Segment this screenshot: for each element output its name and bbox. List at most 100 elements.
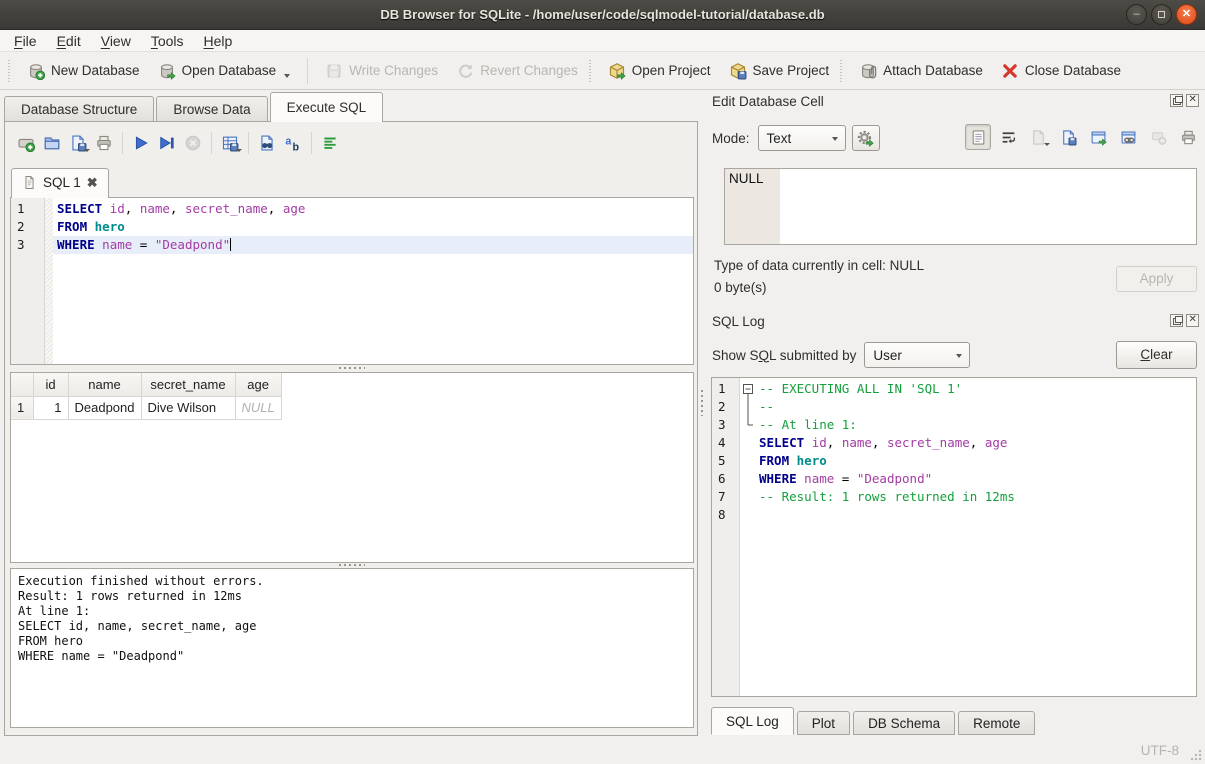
find-button[interactable]: [254, 130, 280, 156]
maximize-icon[interactable]: [1151, 4, 1172, 25]
print-icon: [1180, 129, 1197, 146]
auto-switch-mode-button[interactable]: [852, 125, 880, 151]
open-project-button[interactable]: Open Project: [599, 57, 720, 85]
fold-spacer: [740, 452, 755, 470]
mode-label: Mode:: [712, 131, 750, 146]
menu-edit[interactable]: Edit: [47, 31, 91, 51]
dock-tab-sql-log[interactable]: SQL Log: [711, 707, 794, 735]
cell-id[interactable]: 1: [33, 396, 68, 419]
close-icon[interactable]: ✕: [1176, 4, 1197, 25]
save-sql-file-button[interactable]: [65, 130, 91, 156]
minimize-icon[interactable]: –: [1126, 4, 1147, 25]
sql-editor[interactable]: 123 SELECT id, name, secret_name, ageFRO…: [10, 197, 694, 365]
execute-all-button[interactable]: [128, 130, 154, 156]
copy-link-button[interactable]: [1115, 124, 1141, 150]
column-header-name[interactable]: name: [68, 373, 141, 396]
revert-changes-label: Revert Changes: [480, 63, 578, 78]
cell-size-info: 0 byte(s): [714, 280, 767, 295]
close-dock-icon[interactable]: [1186, 314, 1199, 327]
log-code-area: -- EXECUTING ALL IN 'SQL 1'---- At line …: [755, 378, 1196, 696]
new-database-button[interactable]: New Database: [18, 57, 149, 85]
tab-browse-data[interactable]: Browse Data: [156, 96, 267, 122]
column-header-age[interactable]: age: [235, 373, 281, 396]
menu-view[interactable]: View: [91, 31, 141, 51]
execute-current-line-button[interactable]: [154, 130, 180, 156]
editor-results-splitter[interactable]: [10, 365, 694, 371]
new-sql-tab-button[interactable]: [13, 130, 39, 156]
toolbar-handle: [8, 60, 12, 82]
open-in-external-app-button[interactable]: [1085, 124, 1111, 150]
open-database-button[interactable]: Open Database: [149, 57, 300, 85]
sql-tab-label: SQL 1: [43, 175, 81, 190]
sql-editor-toolbar: ab: [13, 129, 343, 157]
tab-sql-1[interactable]: SQL 1 ✖: [11, 168, 109, 198]
column-header-id[interactable]: id: [33, 373, 68, 396]
log-fold-margin: [740, 378, 755, 696]
dock-tab-db-schema[interactable]: DB Schema: [853, 711, 955, 735]
tab-database-structure[interactable]: Database Structure: [4, 96, 154, 122]
print-cell-button[interactable]: [1175, 124, 1201, 150]
float-dock-icon[interactable]: [1170, 94, 1183, 107]
code-line-2: --: [755, 398, 1196, 416]
gear-icon: [857, 130, 874, 147]
menu-help[interactable]: Help: [194, 31, 243, 51]
window-controls: – ✕: [1126, 4, 1197, 25]
log-filter-combobox[interactable]: User: [864, 342, 970, 368]
chevron-down-icon: [84, 149, 90, 152]
text-mode-button[interactable]: [965, 124, 991, 150]
chevron-down-icon: [236, 149, 242, 152]
panel-splitter[interactable]: [698, 90, 706, 737]
attach-database-button[interactable]: Attach Database: [850, 57, 992, 85]
auto-format-button[interactable]: [317, 130, 343, 156]
line-number: 2: [712, 398, 739, 416]
cell-value-editor[interactable]: NULL: [724, 168, 1197, 245]
fold-spacer: [740, 434, 755, 452]
sql-file-tabbar: SQL 1 ✖: [11, 168, 109, 198]
dock-tab-remote[interactable]: Remote: [958, 711, 1035, 735]
find-replace-button[interactable]: ab: [280, 130, 306, 156]
import-data-button: [1025, 124, 1051, 150]
cell-name[interactable]: Deadpond: [68, 396, 141, 419]
fold-start-icon[interactable]: [740, 380, 755, 398]
fold-end-icon: [740, 416, 755, 434]
cell-secret_name[interactable]: Dive Wilson: [141, 396, 235, 419]
float-dock-icon[interactable]: [1170, 314, 1183, 327]
message-line: Result: 1 rows returned in 12ms: [18, 589, 686, 604]
code-line-3: WHERE name = "Deadpond": [53, 236, 693, 254]
open-sql-file-button[interactable]: [39, 130, 65, 156]
cell-age[interactable]: NULL: [235, 396, 281, 419]
close-tab-icon[interactable]: ✖: [87, 175, 98, 191]
db-open-icon: [158, 62, 176, 80]
export-data-button[interactable]: [1055, 124, 1081, 150]
chevron-down-icon: [956, 354, 962, 358]
close-db-icon: [1001, 62, 1019, 80]
column-header-secret_name[interactable]: secret_name: [141, 373, 235, 396]
main-content: Database StructureBrowse DataExecute SQL…: [0, 90, 1205, 737]
resize-grip[interactable]: [1190, 749, 1202, 761]
tab-execute-sql[interactable]: Execute SQL: [270, 92, 384, 122]
log-filter-label: Show SQL submitted by: [712, 348, 856, 363]
open-external-icon: [1090, 129, 1107, 146]
save-results-button[interactable]: [217, 130, 243, 156]
word-wrap-button[interactable]: [995, 124, 1021, 150]
menu-tools[interactable]: Tools: [141, 31, 194, 51]
sql-log-view[interactable]: 12345678 -- EXECUTING ALL IN 'SQL 1'----…: [711, 377, 1197, 697]
close-dock-icon[interactable]: [1186, 94, 1199, 107]
clear-log-button[interactable]: Clear: [1116, 341, 1197, 369]
dock-tab-plot[interactable]: Plot: [797, 711, 850, 735]
attach-db-icon: [859, 62, 877, 80]
results-grid: idnamesecret_nameage11DeadpondDive Wilso…: [10, 372, 694, 563]
print-sql-button[interactable]: [91, 130, 117, 156]
save-project-button[interactable]: Save Project: [720, 57, 839, 85]
mode-combobox[interactable]: Text: [758, 125, 846, 151]
remove-data-button: [1145, 124, 1171, 150]
menu-file[interactable]: File: [4, 31, 47, 51]
text-cursor: [230, 238, 231, 251]
line-number: 2: [11, 218, 44, 236]
editor-line-numbers: 123: [11, 198, 45, 364]
close-database-button[interactable]: Close Database: [992, 57, 1130, 85]
left-panel: Database StructureBrowse DataExecute SQL…: [0, 90, 704, 737]
log-line-numbers: 12345678: [712, 378, 740, 696]
project-save-icon: [729, 62, 747, 80]
revert-changes-button: Revert Changes: [447, 57, 587, 85]
